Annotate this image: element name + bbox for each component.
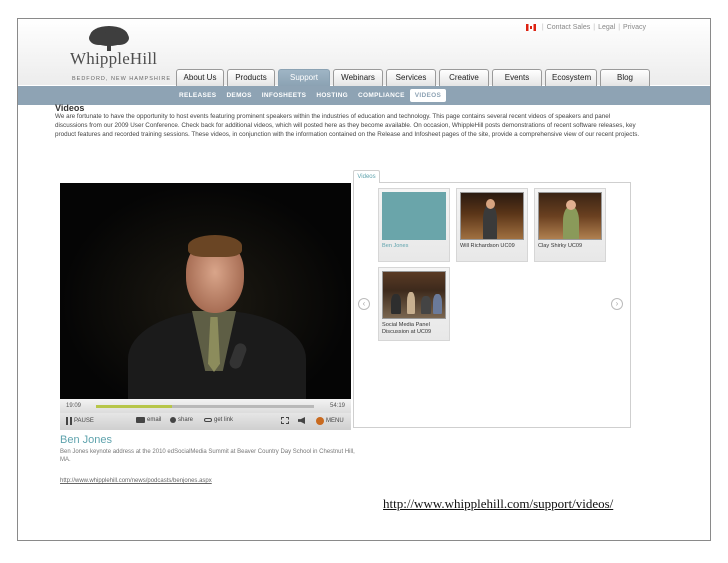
- slide-caption-url[interactable]: http://www.whipplehill.com/support/video…: [383, 496, 613, 512]
- subnav-releases[interactable]: RELEASES: [174, 86, 221, 105]
- contact-sales-link[interactable]: Contact Sales: [547, 24, 591, 31]
- duration: 54:19: [329, 403, 345, 409]
- video-permalink[interactable]: http://www.whipplehill.com/news/podcasts…: [60, 478, 212, 484]
- video-player[interactable]: 19:09 54:19 PAUSE email share get link M…: [60, 183, 351, 430]
- tree-logo-icon: [89, 26, 129, 51]
- tab-about-us[interactable]: About Us: [176, 69, 224, 86]
- playlist-item[interactable]: Will Richardson UC09: [456, 188, 528, 262]
- envelope-icon: [136, 417, 145, 423]
- menu-button[interactable]: MENU: [316, 417, 344, 425]
- video-thumbnail: [382, 271, 446, 319]
- tab-blog[interactable]: Blog: [600, 69, 650, 86]
- share-icon: [170, 417, 176, 423]
- volume-button[interactable]: [298, 417, 305, 424]
- intro-paragraph: We are fortunate to have the opportunity…: [55, 113, 640, 139]
- pause-icon: [66, 417, 72, 425]
- tab-events[interactable]: Events: [492, 69, 542, 86]
- subnav-compliance[interactable]: COMPLIANCE: [353, 86, 410, 105]
- chevron-right-icon[interactable]: ›: [611, 298, 623, 310]
- fullscreen-icon: [281, 417, 289, 424]
- fullscreen-button[interactable]: [281, 417, 289, 424]
- tab-support[interactable]: Support: [278, 69, 330, 86]
- video-thumbnail: [460, 192, 524, 240]
- get-link-button[interactable]: get link: [204, 417, 233, 423]
- top-links: | Contact Sales | Legal | Privacy: [525, 24, 646, 31]
- tab-services[interactable]: Services: [386, 69, 436, 86]
- seek-bar-fill: [96, 405, 173, 408]
- pause-button[interactable]: PAUSE: [66, 417, 94, 425]
- share-button[interactable]: share: [170, 417, 193, 423]
- site-header: | Contact Sales | Legal | Privacy Whippl…: [18, 19, 710, 86]
- email-button[interactable]: email: [136, 417, 161, 423]
- main-nav-tabs: About Us Products Support Webinars Servi…: [176, 69, 650, 86]
- privacy-link[interactable]: Privacy: [623, 24, 646, 31]
- tab-products[interactable]: Products: [227, 69, 275, 86]
- tab-videos-panel[interactable]: Videos: [353, 170, 380, 183]
- current-time: 19:09: [66, 403, 82, 409]
- logo-tagline: BEDFORD, NEW HAMPSHIRE: [72, 76, 172, 82]
- video-title: Ben Jones: [60, 434, 112, 446]
- subnav-infosheets[interactable]: INFOSHEETS: [257, 86, 312, 105]
- playlist-item[interactable]: Clay Shirky UC09: [534, 188, 606, 262]
- video-frame[interactable]: [60, 183, 351, 399]
- playlist-item[interactable]: Social Media Panel Discussion at UC09: [378, 267, 450, 341]
- tab-ecosystem[interactable]: Ecosystem: [545, 69, 597, 86]
- subnav-hosting[interactable]: HOSTING: [311, 86, 353, 105]
- playlist-item-caption: Will Richardson UC09: [460, 243, 515, 249]
- tab-creative[interactable]: Creative: [439, 69, 489, 86]
- playlist-item-caption: Ben Jones: [382, 243, 409, 249]
- subnav-demos[interactable]: DEMOS: [221, 86, 256, 105]
- playlist-item-caption: Social Media Panel Discussion at UC09: [382, 322, 432, 335]
- playlist-item[interactable]: Ben Jones: [378, 188, 450, 262]
- link-icon: [204, 418, 212, 422]
- logo-wordmark: WhippleHill: [70, 49, 158, 68]
- video-thumbnail: [538, 192, 602, 240]
- player-controls: PAUSE email share get link MENU: [60, 413, 351, 430]
- volume-icon: [298, 417, 305, 424]
- canada-flag-icon[interactable]: [525, 24, 536, 31]
- playlist-item-caption: Clay Shirky UC09: [538, 243, 583, 249]
- chevron-left-icon[interactable]: ‹: [358, 298, 370, 310]
- video-playlist-panel: ‹ › Ben Jones Will Richardson UC09 Clay …: [353, 183, 631, 428]
- support-subnav: RELEASES DEMOS INFOSHEETS HOSTING COMPLI…: [18, 86, 710, 105]
- subnav-videos[interactable]: VIDEOS: [409, 89, 447, 102]
- video-description: Ben Jones keynote address at the 2010 ed…: [60, 449, 355, 463]
- whipplehill-logo[interactable]: WhippleHill BEDFORD, NEW HAMPSHIRE: [70, 25, 180, 82]
- menu-icon: [316, 417, 324, 425]
- tab-webinars[interactable]: Webinars: [333, 69, 383, 86]
- seek-bar[interactable]: [96, 405, 314, 408]
- progress-row: 19:09 54:19: [60, 399, 351, 413]
- legal-link[interactable]: Legal: [598, 24, 615, 31]
- video-thumbnail: [382, 192, 446, 240]
